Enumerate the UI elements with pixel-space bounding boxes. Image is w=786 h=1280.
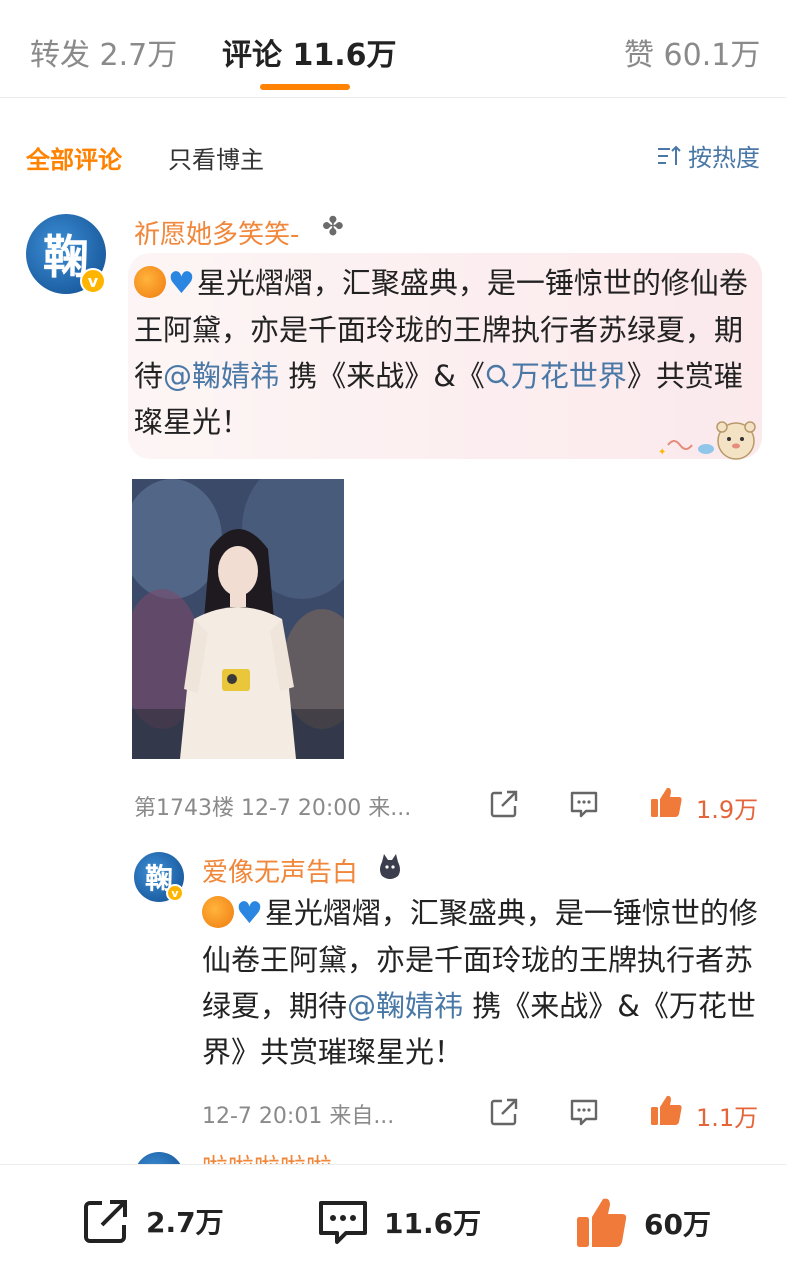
search-topic-link[interactable]: 万花世界 (485, 359, 627, 393)
reply-comment-icon[interactable] (568, 788, 600, 820)
photo-image (132, 479, 344, 759)
bottom-repost-button[interactable]: 2.7万 (80, 1195, 224, 1247)
reply-tangerine-emoji-icon (202, 896, 234, 928)
bottom-comment-count: 11.6万 (384, 1207, 482, 1240)
comment-like-count: 1.9万 (696, 796, 759, 824)
search-icon (486, 364, 509, 387)
bottom-like-icon (577, 1198, 627, 1247)
comment-mention-link[interactable]: @鞠婧祎 (163, 359, 279, 393)
reply-comment-icon-2[interactable] (568, 1096, 600, 1128)
cat-icon (380, 854, 400, 879)
tab-comments[interactable]: 评论 11.6万 (222, 30, 396, 74)
blue-heart-emoji-icon: ♥ (168, 266, 195, 301)
tab-repost[interactable]: 转发 2.7万 (30, 30, 177, 74)
reply-text: ♥星光熠熠，汇聚盛典，是一锤惊世的修仙卷王阿黛，亦是千面玲珑的王牌执行者苏绿夏，… (202, 890, 762, 1075)
reply-meta: 12-7 20:01 来自... (202, 1104, 395, 1129)
sort-label: 按热度 (688, 144, 760, 172)
filter-owner-only[interactable]: 只看博主 (168, 140, 264, 175)
comment-icon (319, 1201, 367, 1244)
clover-icon: ✤ (322, 212, 344, 242)
svg-text:✦: ✦ (658, 447, 666, 458)
comment-text-mid: 携《来战》&《 (279, 359, 485, 393)
reply-blue-heart-emoji-icon: ♥ (236, 896, 263, 931)
like-icon[interactable] (648, 784, 684, 820)
comment-meta: 第1743楼 12-7 20:00 来... (134, 796, 412, 821)
bottom-like-count: 60万 (644, 1208, 711, 1241)
bottom-action-bar: 2.7万 11.6万 60万 (0, 1164, 786, 1280)
bottom-comment-button[interactable]: 11.6万 (316, 1195, 481, 1249)
reply-verified-badge-icon: v (166, 884, 184, 902)
bottom-like-button[interactable]: 60万 (574, 1195, 711, 1251)
share-icon[interactable] (488, 788, 520, 820)
sort-icon (658, 145, 681, 165)
top-tabs: 转发 2.7万 评论 11.6万 赞 60.1万 (0, 0, 786, 98)
sort-by-hot-button[interactable]: 按热度 (656, 138, 760, 173)
comment-photo[interactable] (132, 479, 344, 759)
reply-share-icon[interactable] (488, 1096, 520, 1128)
reply-like-count: 1.1万 (696, 1104, 759, 1132)
tab-likes[interactable]: 赞 60.1万 (624, 30, 760, 74)
bottom-repost-count: 2.7万 (146, 1206, 224, 1239)
reply-username[interactable]: 爱像无声告白 (202, 852, 358, 889)
filter-all-comments[interactable]: 全部评论 (26, 140, 122, 175)
reply-mention-link[interactable]: @鞠婧祎 (347, 989, 463, 1023)
verified-badge-icon: v (80, 268, 106, 294)
search-topic-label: 万花世界 (510, 359, 627, 393)
tab-active-indicator (260, 84, 350, 90)
comment-filter-row: 全部评论 只看博主 按热度 (0, 128, 786, 178)
comment-username[interactable]: 祈愿她多笑笑- (134, 214, 299, 251)
comment-text: ♥星光熠熠，汇聚盛典，是一锤惊世的修仙卷王阿黛，亦是千面玲珑的王牌执行者苏绿夏，… (134, 260, 754, 445)
reply-like-icon[interactable] (648, 1092, 684, 1128)
repost-icon (84, 1200, 127, 1243)
tangerine-emoji-icon (134, 266, 166, 298)
